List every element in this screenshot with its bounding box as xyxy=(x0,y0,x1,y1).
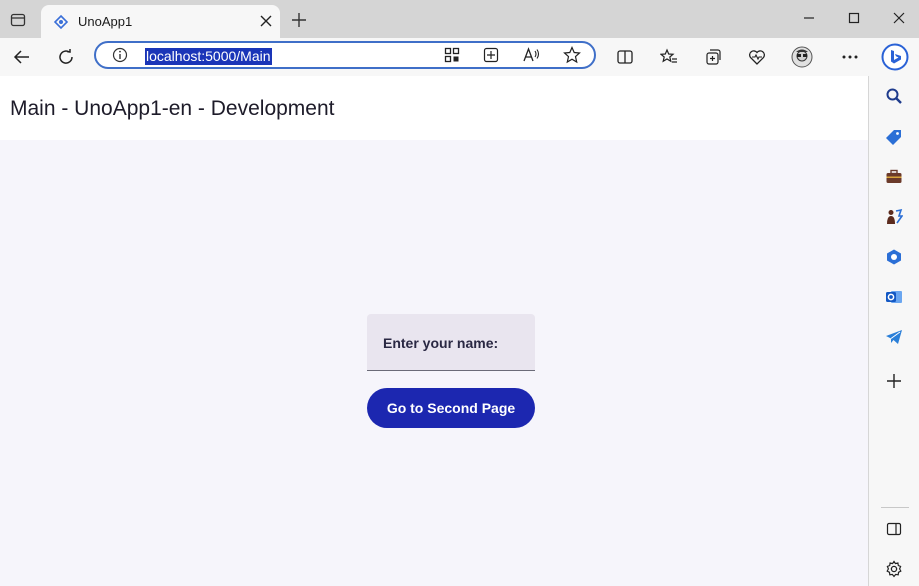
back-icon[interactable] xyxy=(9,45,35,69)
new-tab-icon[interactable] xyxy=(288,9,310,31)
office-icon[interactable] xyxy=(883,246,905,268)
maximize-icon[interactable] xyxy=(842,8,866,28)
apps-icon[interactable] xyxy=(444,47,460,63)
games-icon[interactable] xyxy=(883,206,905,228)
close-tab-icon[interactable] xyxy=(257,12,275,30)
tools-icon[interactable] xyxy=(883,166,905,188)
browser-sidebar xyxy=(868,76,919,586)
page-title: Main - UnoApp1-en - Development xyxy=(10,97,335,120)
outlook-icon[interactable] xyxy=(883,286,905,308)
settings-icon[interactable] xyxy=(883,558,905,580)
go-to-second-page-button[interactable]: Go to Second Page xyxy=(367,388,535,428)
search-icon[interactable] xyxy=(883,85,905,107)
minimize-icon[interactable] xyxy=(797,8,821,28)
favorites-icon[interactable] xyxy=(656,45,682,69)
address-url[interactable]: localhost:5000/Main xyxy=(145,48,272,65)
close-window-icon[interactable] xyxy=(887,8,911,28)
read-aloud-icon[interactable] xyxy=(522,47,540,63)
shopping-icon[interactable] xyxy=(883,126,905,148)
split-screen-icon[interactable] xyxy=(612,45,638,69)
add-icon[interactable] xyxy=(883,370,905,392)
app-favicon-icon xyxy=(53,14,69,30)
tab-title: UnoApp1 xyxy=(78,14,133,29)
collections-icon[interactable] xyxy=(700,45,726,69)
page-content: Main - UnoApp1-en - Development Enter yo… xyxy=(0,76,868,586)
favorite-star-icon[interactable] xyxy=(563,46,581,64)
hide-sidebar-icon[interactable] xyxy=(883,518,905,540)
browser-essentials-icon[interactable] xyxy=(744,45,770,69)
browser-toolbar: localhost:5000/Main xyxy=(0,38,919,77)
profile-avatar-icon[interactable] xyxy=(789,45,815,69)
more-icon[interactable] xyxy=(837,45,863,69)
telegram-icon[interactable] xyxy=(883,326,905,348)
name-input-label: Enter your name: xyxy=(383,335,499,351)
address-bar[interactable]: localhost:5000/Main xyxy=(94,41,596,69)
name-input[interactable]: Enter your name: xyxy=(367,314,535,371)
browser-title-bar: UnoApp1 xyxy=(0,0,919,39)
browser-tab[interactable]: UnoApp1 xyxy=(41,5,280,39)
add-extension-icon[interactable] xyxy=(483,47,499,63)
tab-actions-icon[interactable] xyxy=(7,9,29,31)
refresh-icon[interactable] xyxy=(53,45,79,69)
page-header: Main - UnoApp1-en - Development xyxy=(0,76,868,140)
sidebar-divider xyxy=(881,507,909,508)
site-info-icon[interactable] xyxy=(112,47,128,63)
bing-icon[interactable] xyxy=(880,42,910,72)
